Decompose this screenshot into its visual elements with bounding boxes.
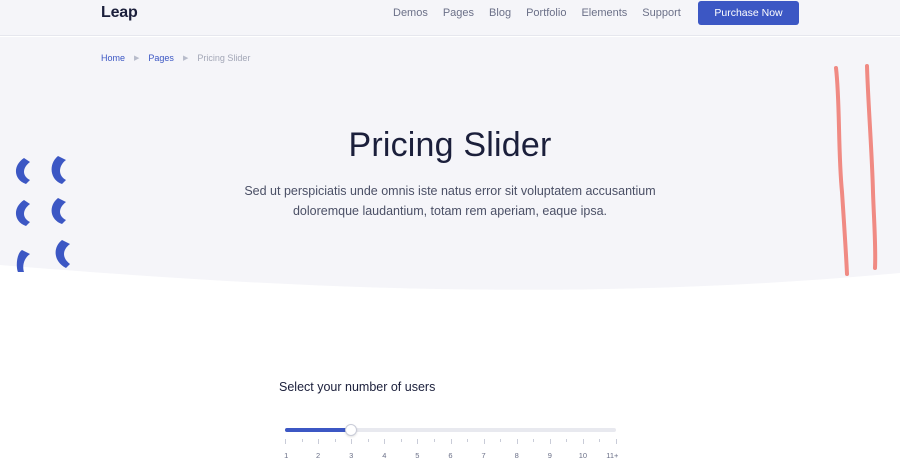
slider-tick-label: 9 (547, 451, 552, 460)
breadcrumb-home[interactable]: Home (101, 53, 125, 63)
slider-minor-tick (500, 439, 502, 442)
slider-major-tick (450, 439, 452, 444)
slider-major-tick (549, 439, 551, 444)
users-slider-handle[interactable] (345, 424, 358, 436)
slider-tick-label: 11+ (606, 451, 619, 460)
slider-major-tick (318, 439, 320, 444)
slider-major-tick (616, 439, 617, 444)
slider-minor-tick (301, 439, 303, 442)
breadcrumb: Home ▶ Pages ▶ Pricing Slider (101, 53, 250, 63)
purchase-now-button[interactable]: Purchase Now (698, 1, 799, 25)
slider-minor-tick (367, 439, 369, 442)
slider-tick-label: 1 (284, 451, 289, 460)
slider-minor-tick (467, 439, 469, 442)
users-slider-track[interactable] (285, 424, 616, 436)
nav-link-demos[interactable]: Demos (393, 7, 428, 19)
slider-tick-label: 8 (514, 451, 519, 460)
slider-major-tick (582, 439, 584, 444)
nav-link-pages[interactable]: Pages (443, 7, 474, 19)
nav-link-elements[interactable]: Elements (581, 7, 627, 19)
top-navbar: Leap Demos Pages Blog Portfolio Elements… (0, 0, 900, 36)
breadcrumb-pages[interactable]: Pages (148, 53, 174, 63)
brand-logo[interactable]: Leap (101, 4, 138, 22)
slider-major-tick (285, 439, 286, 444)
page-subtitle: Sed ut perspiciatis unde omnis iste natu… (244, 184, 656, 218)
slider-tick-labels: 1 2 3 4 5 6 7 8 9 10 11+ (284, 451, 619, 463)
nav-link-blog[interactable]: Blog (489, 7, 511, 19)
slider-minor-tick (599, 439, 601, 442)
slider-tick-label: 6 (448, 451, 453, 460)
users-slider-fill (285, 428, 352, 432)
slider-major-tick (516, 439, 518, 444)
slider-tick-label: 5 (415, 451, 420, 460)
page-title: Pricing Slider (348, 126, 552, 164)
slider-ticks (285, 439, 617, 449)
slider-tick-label: 4 (382, 451, 387, 460)
slider-label: Select your number of users (279, 380, 436, 394)
slider-major-tick (351, 439, 353, 444)
slider-major-tick (384, 439, 386, 444)
decorative-crescents (15, 156, 70, 272)
breadcrumb-current: Pricing Slider (197, 53, 251, 63)
slider-minor-tick (400, 439, 402, 442)
slider-minor-tick (433, 439, 435, 442)
slider-tick-label: 10 (578, 451, 588, 460)
nav-links: Demos Pages Blog Portfolio Elements Supp… (393, 7, 681, 19)
triangle-right-icon: ▶ (134, 55, 140, 62)
triangle-right-icon: ▶ (182, 55, 189, 62)
slider-tick-label: 3 (349, 451, 354, 460)
slider-minor-tick (533, 439, 535, 442)
slider-tick-label: 7 (481, 451, 486, 460)
slider-minor-tick (334, 439, 336, 442)
decorative-strokes (834, 64, 878, 276)
slider-tick-label: 2 (316, 451, 321, 460)
slider-major-tick (417, 439, 419, 444)
nav-link-support[interactable]: Support (642, 7, 681, 19)
hero-wave-divider (0, 265, 900, 315)
slider-minor-tick (566, 439, 568, 442)
slider-major-tick (483, 439, 485, 444)
nav-link-portfolio[interactable]: Portfolio (526, 7, 566, 19)
